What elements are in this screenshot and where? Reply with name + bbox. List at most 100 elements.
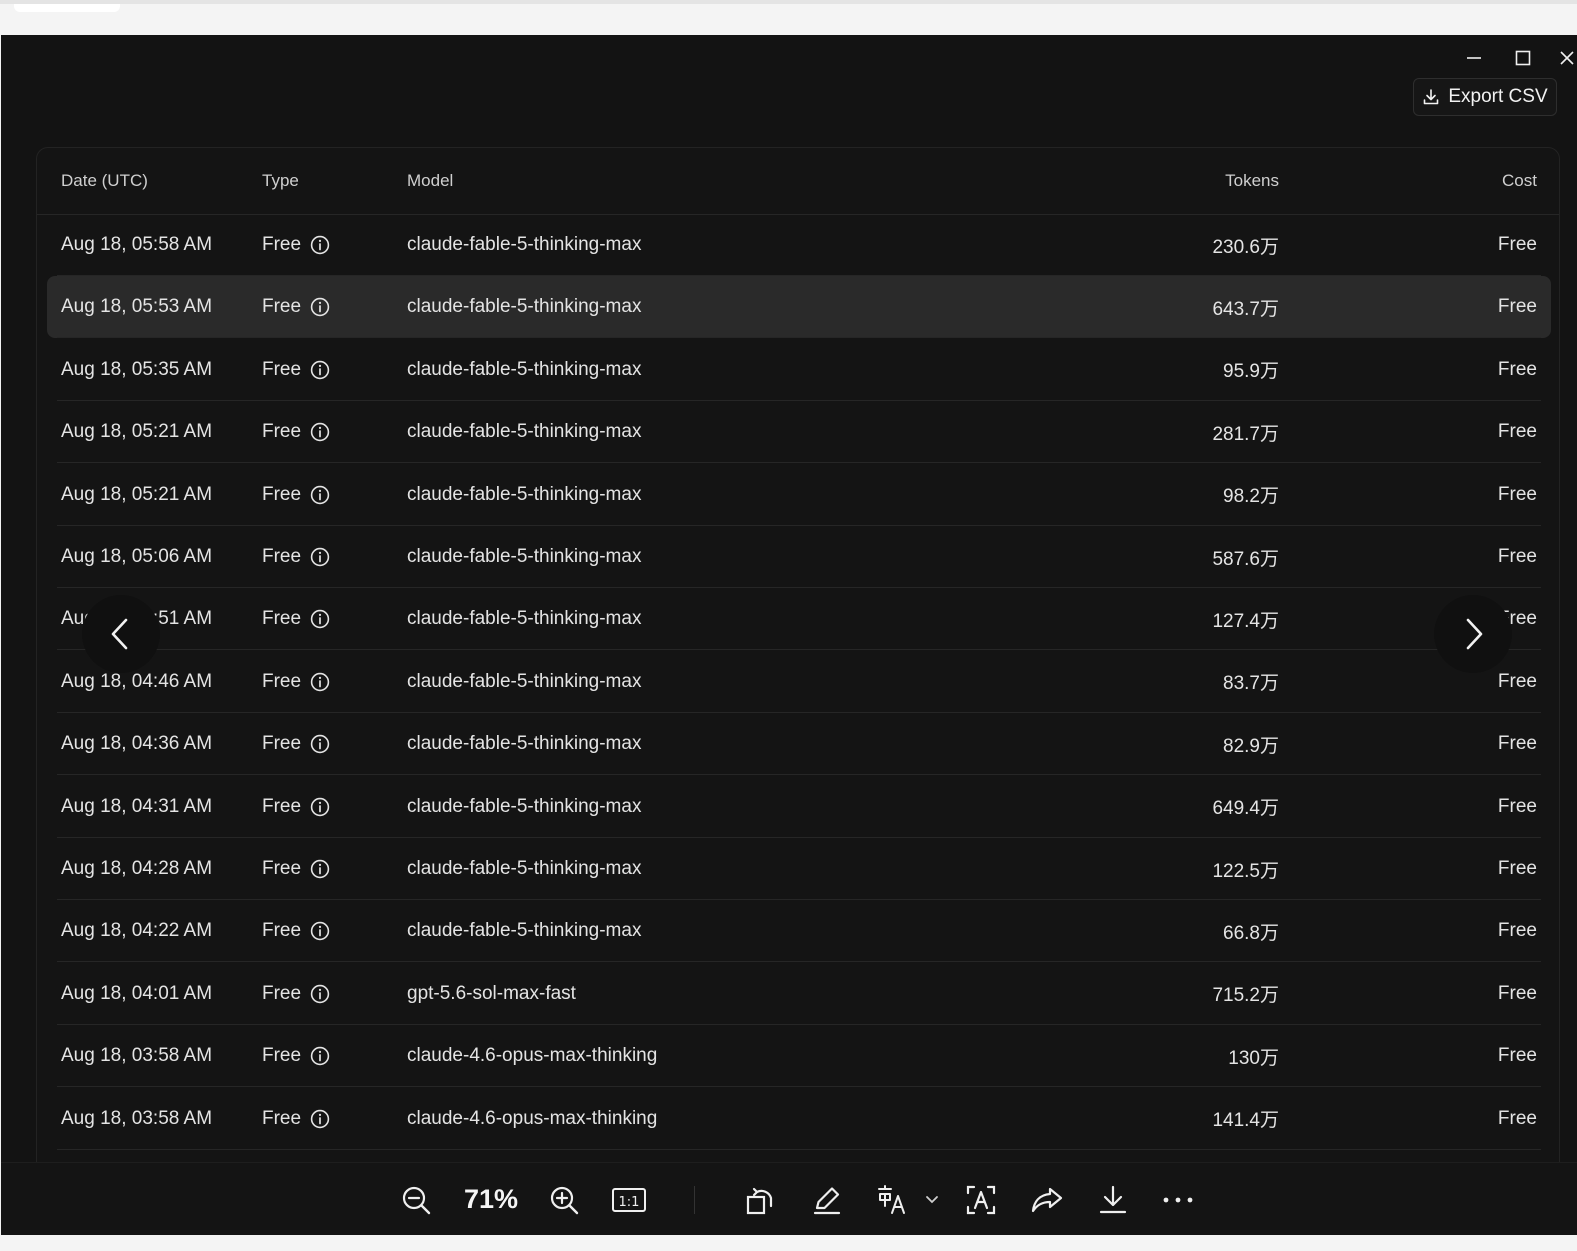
translate-dropdown-button[interactable] (922, 1163, 942, 1235)
share-button[interactable] (1027, 1163, 1067, 1235)
close-button[interactable] (1557, 45, 1577, 71)
table-row[interactable]: Aug 18, 05:53 AM Free claude-fable-5-think… (37, 276, 1559, 339)
table-row[interactable]: Aug 18, 03:58 AM Free claude-4.6-opus-max-… (37, 1088, 1559, 1150)
type-label: Free (262, 234, 302, 255)
download-button[interactable] (1093, 1163, 1133, 1235)
cell-tokens: 82.9万 (1223, 735, 1279, 757)
info-icon[interactable] (310, 235, 330, 255)
cell-type: Free (262, 526, 330, 588)
info-icon[interactable] (310, 859, 330, 879)
text-recognition-button[interactable] (961, 1163, 1001, 1235)
table-row[interactable]: Aug 18, 05:06 AM Free claude-fable-5-think… (37, 526, 1559, 588)
table-row[interactable]: Aug 18, 05:35 AM Free claude-fable-5-think… (37, 339, 1559, 401)
table-row[interactable]: Aug 18, 04:36 AM Free claude-fable-5-think… (37, 713, 1559, 776)
cell-tokens: 649.4万 (1212, 798, 1279, 820)
cell-tokens: 643.7万 (1212, 298, 1279, 320)
maximize-icon (1515, 50, 1531, 66)
minimize-button[interactable] (1459, 45, 1489, 71)
type-label: Free (262, 733, 302, 755)
cell-model: claude-fable-5-thinking-max (407, 795, 642, 817)
column-header-type[interactable]: Type (262, 148, 299, 214)
cell-type: Free (262, 1088, 330, 1150)
cell-model: claude-fable-5-thinking-max (407, 733, 642, 755)
type-label: Free (262, 670, 302, 692)
zoom-out-button[interactable] (396, 1163, 436, 1235)
cell-tokens: 122.5万 (1212, 860, 1279, 882)
cell-date: Aug 18, 05:06 AM (61, 546, 213, 567)
zoom-in-icon (550, 1186, 579, 1214)
table-row[interactable]: Aug 18, 04:51 AMFreeclaude-fable-5-think… (37, 588, 1559, 651)
previous-image-button[interactable] (82, 595, 160, 673)
cell-model: claude-fable-5-thinking-max (407, 234, 642, 255)
cell-cost: Free (1497, 234, 1537, 255)
cell-model: gpt-5.6-sol-max-fast (407, 982, 576, 1004)
cell-tokens: 66.8万 (1223, 922, 1279, 944)
share-icon (1031, 1187, 1063, 1212)
rotate-button[interactable] (741, 1163, 781, 1235)
close-icon (1560, 51, 1574, 65)
column-header-model[interactable]: Model (407, 148, 453, 214)
cell-tokens: 715.2万 (1212, 985, 1279, 1007)
cell-model: claude-fable-5-thinking-max (407, 358, 642, 380)
cell-tokens: 587.6万 (1212, 548, 1279, 570)
column-header-tokens[interactable]: Tokens (1225, 148, 1279, 214)
export-csv-button[interactable]: Export CSV (1413, 78, 1557, 116)
info-icon[interactable] (310, 1046, 330, 1066)
table-row[interactable]: Aug 18, 04:22 AM Free claude-fable-5-think… (37, 900, 1559, 963)
info-icon[interactable] (310, 797, 330, 817)
type-label: Free (262, 982, 302, 1004)
type-label: Free (262, 858, 302, 879)
type-label: Free (262, 1107, 302, 1129)
table-row[interactable]: Aug 18, 05:21 AM Free claude-fable-5-think… (37, 401, 1559, 464)
table-row[interactable]: Aug 18, 04:46 AM Free claude-fable-5-think… (37, 651, 1559, 713)
cell-cost: Free (1497, 670, 1537, 692)
column-header-date[interactable]: Date (UTC) (61, 148, 148, 214)
cell-tokens: 127.4万 (1212, 610, 1279, 632)
table-row[interactable]: Aug 18, 04:01 AM Free gpt-5.6-sol-max-fast… (37, 963, 1559, 1025)
maximize-button[interactable] (1508, 45, 1538, 71)
info-icon[interactable] (310, 547, 330, 567)
info-icon[interactable] (310, 360, 330, 380)
cell-cost: Free (1497, 421, 1537, 443)
svg-text:1:1: 1:1 (619, 1195, 640, 1210)
info-icon[interactable] (310, 422, 330, 442)
download-icon (1424, 89, 1439, 105)
table-row[interactable]: Aug 18, 04:31 AM Free claude-fable-5-think… (37, 776, 1559, 838)
info-icon[interactable] (310, 485, 330, 505)
usage-table: Date (UTC) Type Model Tokens Cost Aug 18… (36, 147, 1560, 1227)
info-icon[interactable] (310, 1109, 330, 1129)
info-icon[interactable] (310, 734, 330, 754)
table-row[interactable]: Aug 18, 04:28 AM Free claude-fable-5-think… (37, 838, 1559, 900)
cell-cost: Free (1497, 483, 1537, 505)
tab-fragment (14, 4, 120, 12)
translate-icon (878, 1184, 905, 1214)
info-icon[interactable] (310, 921, 330, 941)
cell-cost: Free (1497, 546, 1537, 567)
cell-date: Aug 18, 05:53 AM (61, 296, 213, 318)
cell-tokens: 83.7万 (1223, 673, 1279, 695)
zoom-level: 71% (463, 1184, 519, 1214)
cell-model: claude-fable-5-thinking-max (407, 920, 642, 942)
translate-button[interactable] (872, 1163, 912, 1235)
browser-bottom-strip (0, 1235, 1577, 1251)
info-icon[interactable] (310, 609, 330, 629)
actual-size-button[interactable]: 1:1 (609, 1163, 649, 1235)
info-icon[interactable] (310, 672, 330, 692)
table-row[interactable]: Aug 18, 03:58 AM Free claude-4.6-opus-max-… (37, 1025, 1559, 1088)
info-icon[interactable] (310, 297, 330, 317)
edit-button[interactable] (807, 1163, 847, 1235)
next-image-button[interactable] (1434, 595, 1512, 673)
more-options-button[interactable] (1158, 1163, 1198, 1235)
zoom-in-button[interactable] (544, 1163, 584, 1235)
cell-cost: Free (1497, 358, 1537, 380)
info-icon[interactable] (310, 984, 330, 1004)
cell-type: Free (262, 900, 330, 962)
table-row[interactable]: Aug 18, 05:58 AM Free claude-fable-5-think… (37, 214, 1559, 276)
actual-size-icon: 1:1 (612, 1187, 646, 1212)
type-label: Free (262, 608, 302, 630)
toolbar-divider (694, 1186, 695, 1214)
cell-type: Free (262, 339, 330, 401)
column-header-cost[interactable]: Cost (1502, 148, 1537, 214)
cell-type: Free (262, 401, 330, 463)
table-row[interactable]: Aug 18, 05:21 AM Free claude-fable-5-think… (37, 464, 1559, 526)
